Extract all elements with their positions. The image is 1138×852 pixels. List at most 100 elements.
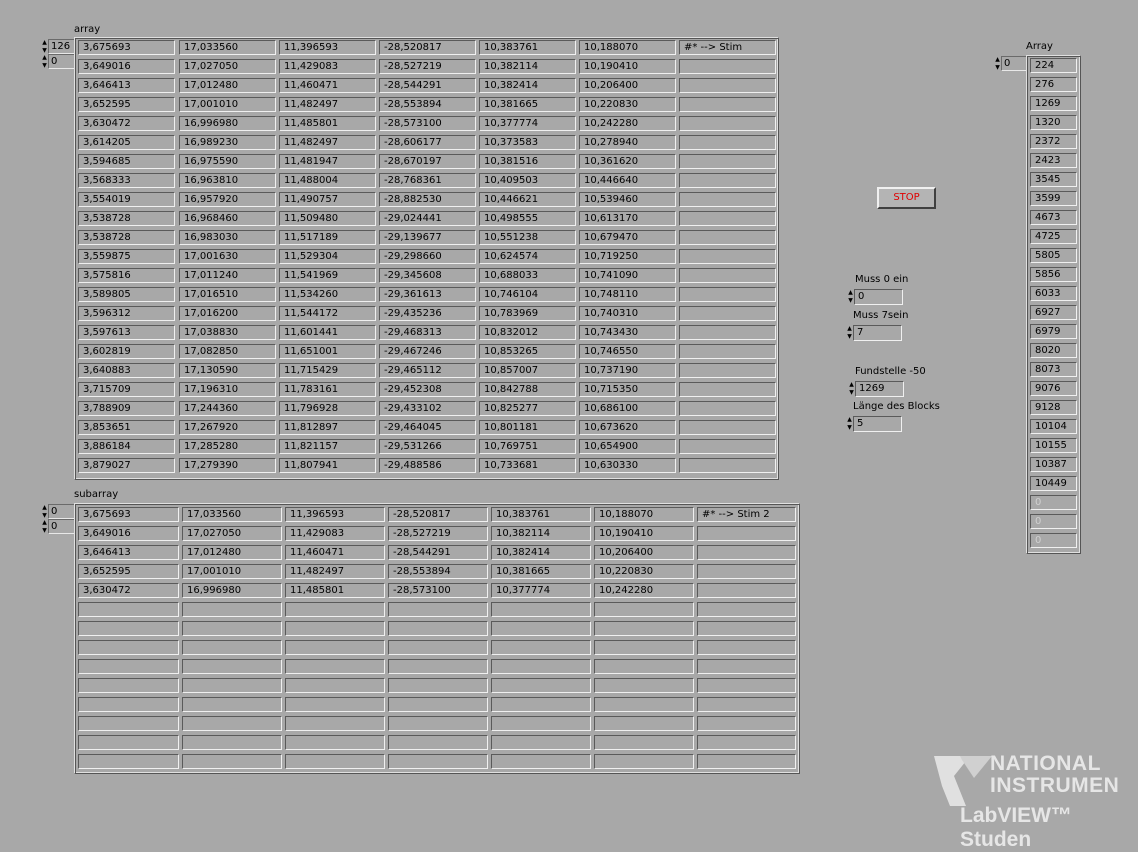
muss0-field[interactable]: 0 (854, 289, 903, 305)
table-cell[interactable]: 3,649016 (78, 526, 179, 541)
table-cell[interactable] (679, 458, 776, 473)
table-cell[interactable] (491, 754, 591, 769)
table-cell[interactable] (679, 268, 776, 283)
list-item[interactable]: 10449 (1030, 476, 1077, 491)
table-cell[interactable]: 10,383761 (479, 40, 576, 55)
table-cell[interactable] (679, 287, 776, 302)
table-cell[interactable]: 10,715350 (579, 382, 676, 397)
table-cell[interactable]: 10,188070 (579, 40, 676, 55)
table-cell[interactable] (182, 602, 282, 617)
table-cell[interactable] (697, 678, 796, 693)
table-cell[interactable]: 3,630472 (78, 116, 175, 131)
table-cell[interactable]: 10,741090 (579, 268, 676, 283)
table-cell[interactable]: 17,012480 (182, 545, 282, 560)
table-cell[interactable] (285, 697, 385, 712)
table-cell[interactable]: -29,345608 (379, 268, 476, 283)
table-cell[interactable]: 11,517189 (279, 230, 376, 245)
table-cell[interactable] (697, 545, 796, 560)
table-cell[interactable]: 10,382414 (491, 545, 591, 560)
table-cell[interactable]: 10,654900 (579, 439, 676, 454)
table-cell[interactable] (285, 678, 385, 693)
muss7-control[interactable]: ▲ ▼ 7 (846, 325, 902, 341)
list-item[interactable]: 3599 (1030, 191, 1077, 206)
table-cell[interactable]: 10,242280 (594, 583, 694, 598)
table-cell[interactable]: 16,996980 (182, 583, 282, 598)
table-cell[interactable] (697, 564, 796, 579)
table-cell[interactable]: -29,298660 (379, 249, 476, 264)
table-cell[interactable]: 10,853265 (479, 344, 576, 359)
table-cell[interactable] (594, 659, 694, 674)
table-cell[interactable]: -28,606177 (379, 135, 476, 150)
table-cell[interactable]: 10,382414 (479, 78, 576, 93)
table-cell[interactable] (78, 678, 179, 693)
table-cell[interactable] (285, 640, 385, 655)
table-cell[interactable]: -29,435236 (379, 306, 476, 321)
table-cell[interactable] (388, 754, 488, 769)
table-cell[interactable]: 10,539460 (579, 192, 676, 207)
table-cell[interactable]: 10,679470 (579, 230, 676, 245)
table-cell[interactable]: #* --> Stim (679, 40, 776, 55)
table-cell[interactable] (491, 697, 591, 712)
row-index-stepper[interactable]: ▲ ▼ (41, 504, 48, 519)
table-cell[interactable] (697, 526, 796, 541)
table-cell[interactable]: 10,381665 (479, 97, 576, 112)
list-item[interactable]: 0 (1030, 533, 1077, 548)
table-cell[interactable]: 10,498555 (479, 211, 576, 226)
table-cell[interactable]: 16,963810 (179, 173, 276, 188)
table-cell[interactable]: 17,267920 (179, 420, 276, 435)
list-item[interactable]: 1320 (1030, 115, 1077, 130)
table-cell[interactable]: 11,783161 (279, 382, 376, 397)
table-cell[interactable]: 17,196310 (179, 382, 276, 397)
table-cell[interactable]: 11,482497 (279, 135, 376, 150)
col-index-stepper[interactable]: ▲ ▼ (41, 519, 48, 534)
table-cell[interactable]: 3,596312 (78, 306, 175, 321)
table-cell[interactable] (388, 621, 488, 636)
table-cell[interactable]: 10,383761 (491, 507, 591, 522)
table-cell[interactable]: 11,544172 (279, 306, 376, 321)
list-item[interactable]: 10155 (1030, 438, 1077, 453)
subarray-row-index[interactable]: ▲ ▼ 0 (41, 504, 78, 519)
table-cell[interactable] (697, 640, 796, 655)
table-cell[interactable]: 10,373583 (479, 135, 576, 150)
table-cell[interactable]: 10,733681 (479, 458, 576, 473)
table-cell[interactable]: 3,575816 (78, 268, 175, 283)
table-cell[interactable]: 11,460471 (285, 545, 385, 560)
table-cell[interactable]: 10,190410 (594, 526, 694, 541)
table-cell[interactable]: 17,082850 (179, 344, 276, 359)
table-cell[interactable]: 10,446621 (479, 192, 576, 207)
table-cell[interactable]: -28,882530 (379, 192, 476, 207)
table-cell[interactable] (679, 344, 776, 359)
table-cell[interactable]: 10,624574 (479, 249, 576, 264)
table-cell[interactable]: 10,769751 (479, 439, 576, 454)
table-cell[interactable]: 3,559875 (78, 249, 175, 264)
table-cell[interactable] (182, 621, 282, 636)
table-cell[interactable] (182, 659, 282, 674)
table-cell[interactable]: -29,468313 (379, 325, 476, 340)
list-item[interactable]: 6927 (1030, 305, 1077, 320)
table-cell[interactable]: 11,488004 (279, 173, 376, 188)
table-cell[interactable] (679, 401, 776, 416)
table-cell[interactable] (594, 602, 694, 617)
array-row-index[interactable]: ▲ ▼ 126 (41, 39, 78, 54)
table-cell[interactable]: -29,024441 (379, 211, 476, 226)
table-cell[interactable] (594, 716, 694, 731)
table-cell[interactable]: 17,033560 (179, 40, 276, 55)
table-cell[interactable]: 11,812897 (279, 420, 376, 435)
table-cell[interactable]: 3,646413 (78, 78, 175, 93)
table-cell[interactable]: 17,285280 (179, 439, 276, 454)
table-cell[interactable] (182, 697, 282, 712)
table-cell[interactable]: 11,482497 (285, 564, 385, 579)
list-item[interactable]: 8073 (1030, 362, 1077, 377)
table-cell[interactable] (285, 754, 385, 769)
table-cell[interactable]: 11,429083 (279, 59, 376, 74)
table-cell[interactable]: 10,857007 (479, 363, 576, 378)
table-cell[interactable]: 3,646413 (78, 545, 179, 560)
table-cell[interactable] (679, 211, 776, 226)
stepper-icon[interactable]: ▲ ▼ (847, 289, 854, 305)
table-cell[interactable]: 3,715709 (78, 382, 175, 397)
table-cell[interactable] (679, 382, 776, 397)
table-cell[interactable]: -29,531266 (379, 439, 476, 454)
table-cell[interactable]: -28,544291 (379, 78, 476, 93)
table-cell[interactable]: 10,748110 (579, 287, 676, 302)
table-cell[interactable]: -29,464045 (379, 420, 476, 435)
